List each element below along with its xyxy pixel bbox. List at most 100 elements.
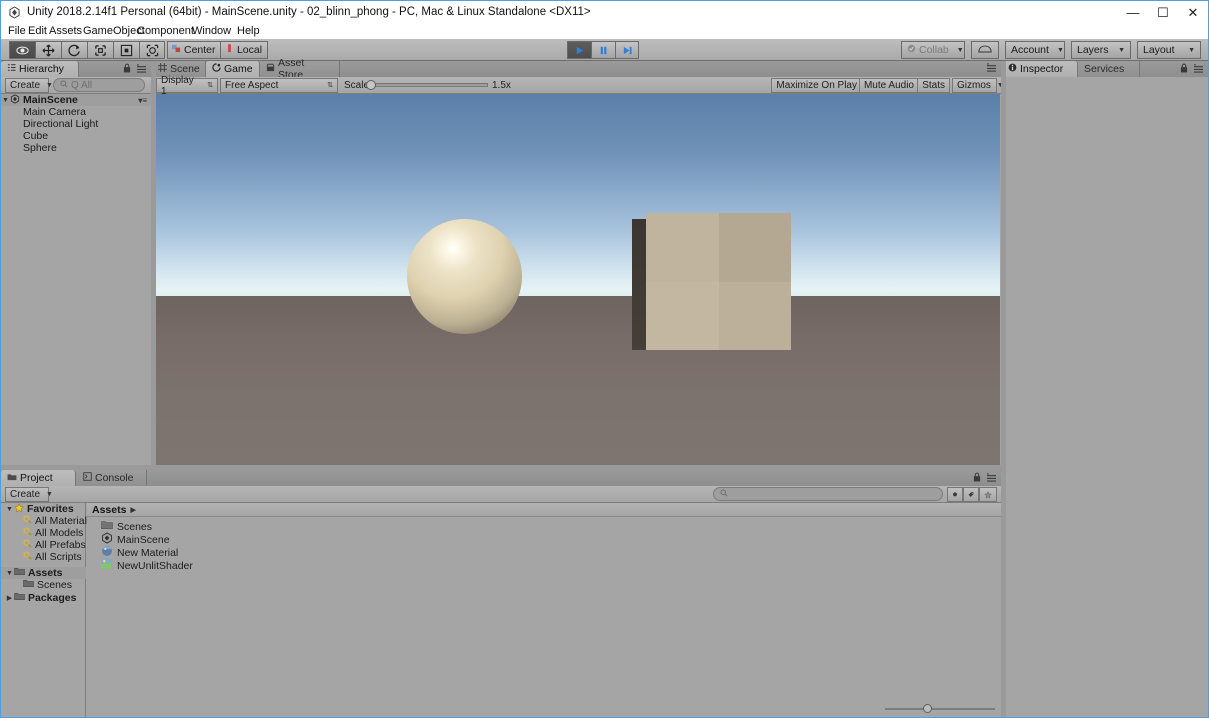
hierarchy-search-input[interactable]: Q All	[53, 78, 145, 92]
project-tree-label: All Scripts	[35, 551, 82, 563]
hierarchy-game-splitter[interactable]	[151, 61, 156, 469]
chevron-down-icon[interactable]: ▼	[5, 570, 14, 577]
mute-audio-button[interactable]: Mute Audio	[858, 78, 919, 93]
project-tree-all-materials[interactable]: All Materials	[23, 515, 92, 527]
project-tree-assets[interactable]: ▼ Assets	[1, 567, 86, 579]
tab-inspector-label: Inspector	[1020, 63, 1064, 75]
lock-icon[interactable]	[973, 472, 981, 485]
aspect-dropdown[interactable]: Free Aspect ⇅	[220, 78, 338, 93]
menu-component[interactable]: Component	[134, 25, 197, 37]
panel-menu-icon[interactable]	[986, 472, 997, 485]
chevron-down-icon: ▼	[46, 491, 53, 498]
chevron-right-icon[interactable]: ▶	[5, 594, 14, 602]
collab-button[interactable]: Collab ▼	[901, 41, 965, 59]
hierarchy-item-directional-light[interactable]: Directional Light	[1, 118, 151, 130]
pivot-mode-button[interactable]: Center	[167, 41, 220, 59]
menu-help[interactable]: Help	[234, 25, 263, 37]
rect-tool-button[interactable]	[113, 41, 139, 59]
hierarchy-root-row[interactable]: ▼ MainScene ▾≡	[1, 93, 151, 107]
asset-zoom-slider[interactable]	[885, 703, 995, 714]
hierarchy-create-button[interactable]: Create ▼	[5, 78, 53, 93]
pause-button[interactable]	[591, 41, 615, 59]
game-render-canvas[interactable]	[153, 94, 1000, 468]
stats-button[interactable]: Stats	[917, 78, 950, 93]
asset-item-label: MainScene	[117, 533, 170, 546]
tab-inspector[interactable]: Inspector	[1002, 61, 1078, 77]
minimize-button[interactable]: —	[1118, 1, 1148, 24]
collab-label: Collab	[919, 44, 949, 56]
tab-asset-store[interactable]: Asset Store	[260, 57, 340, 81]
hierarchy-item-sphere[interactable]: Sphere	[1, 142, 151, 154]
hierarchy-root-label: MainScene	[23, 94, 78, 106]
project-search-input[interactable]	[713, 487, 943, 501]
project-tree-packages[interactable]: ▶ Packages	[5, 592, 77, 604]
tab-services[interactable]: Services	[1078, 61, 1140, 77]
inspector-splitter[interactable]	[1001, 61, 1006, 717]
search-by-type-icon[interactable]	[947, 487, 963, 502]
close-button[interactable]: ✕	[1178, 1, 1208, 24]
pivot-rotation-label: Local	[236, 44, 263, 56]
maximize-on-play-button[interactable]: Maximize On Play	[771, 78, 862, 93]
chevron-down-icon: ▼	[46, 82, 53, 89]
project-tree-all-scripts[interactable]: All Scripts	[23, 551, 82, 563]
chevron-down-icon[interactable]: ▼	[1, 97, 10, 104]
panel-menu-icon[interactable]	[136, 63, 147, 76]
search-icon	[60, 79, 68, 91]
hierarchy-item-main-camera[interactable]: Main Camera	[1, 106, 151, 118]
tab-project[interactable]: Project	[1, 470, 76, 486]
asset-item-label: NewUnlitShader	[117, 559, 193, 572]
project-splitter[interactable]	[1, 465, 1001, 470]
project-create-button[interactable]: Create ▼	[5, 487, 53, 502]
panel-menu-icon[interactable]	[986, 63, 997, 75]
scale-slider[interactable]	[366, 80, 488, 90]
scale-tool-button[interactable]	[87, 41, 113, 59]
hand-tool-button[interactable]	[9, 41, 35, 59]
unity-logo-icon	[8, 6, 21, 19]
grid-icon	[158, 63, 167, 75]
tab-hierarchy[interactable]: Hierarchy	[1, 61, 79, 77]
scale-slider-handle[interactable]	[366, 80, 376, 90]
store-icon	[266, 63, 275, 75]
project-create-label: Create	[10, 489, 41, 500]
breadcrumb-label[interactable]: Assets	[92, 504, 126, 516]
gizmos-dropdown[interactable]: Gizmos ▼	[952, 78, 1004, 93]
rotate-tool-button[interactable]	[61, 41, 87, 59]
account-button[interactable]: Account ▼	[1005, 41, 1065, 59]
project-tree-scenes[interactable]: Scenes	[23, 579, 72, 591]
lock-icon[interactable]	[123, 63, 131, 76]
tab-console[interactable]: Console	[77, 470, 147, 486]
star-icon	[14, 502, 24, 516]
tab-game[interactable]: Game	[206, 61, 260, 77]
pivot-rotation-button[interactable]: Local	[219, 41, 268, 59]
layers-label: Layers	[1077, 44, 1109, 56]
search-by-label-icon[interactable]	[963, 487, 979, 502]
asset-zoom-handle[interactable]	[923, 704, 932, 713]
asset-zoom-track	[885, 708, 995, 710]
step-button[interactable]	[615, 41, 639, 59]
unity-scene-icon	[10, 93, 20, 107]
tab-project-label: Project	[20, 472, 53, 484]
move-tool-button[interactable]	[35, 41, 61, 59]
display-dropdown[interactable]: Display 1 ⇅	[156, 75, 218, 97]
cloud-button[interactable]	[971, 41, 999, 59]
menu-window[interactable]: Window	[189, 25, 234, 37]
scene-menu-icon[interactable]: ▾≡	[138, 96, 151, 105]
project-tree-all-models[interactable]: All Models	[23, 527, 83, 539]
layout-button[interactable]: Layout ▼	[1137, 41, 1201, 59]
maximize-button[interactable]: ☐	[1148, 1, 1178, 24]
play-button[interactable]	[567, 41, 591, 59]
project-tree-favorites[interactable]: ▼ Favorites	[5, 502, 74, 516]
transform-tool-button[interactable]	[139, 41, 165, 59]
hierarchy-item-cube[interactable]: Cube	[1, 130, 151, 142]
favorites-star-icon[interactable]	[979, 487, 997, 502]
folder-icon	[14, 567, 25, 579]
gamepad-icon	[212, 63, 221, 75]
chevron-down-icon[interactable]: ▼	[5, 506, 14, 513]
chevron-right-icon[interactable]: ▶	[130, 506, 135, 514]
project-tree-all-prefabs[interactable]: All Prefabs	[23, 539, 86, 551]
panel-menu-icon[interactable]	[1193, 63, 1204, 76]
layers-button[interactable]: Layers ▼	[1071, 41, 1131, 59]
asset-item-newunlitshader[interactable]: NewUnlitShader	[101, 558, 193, 572]
lock-icon[interactable]	[1180, 63, 1188, 76]
cube-quadrant	[718, 281, 791, 350]
